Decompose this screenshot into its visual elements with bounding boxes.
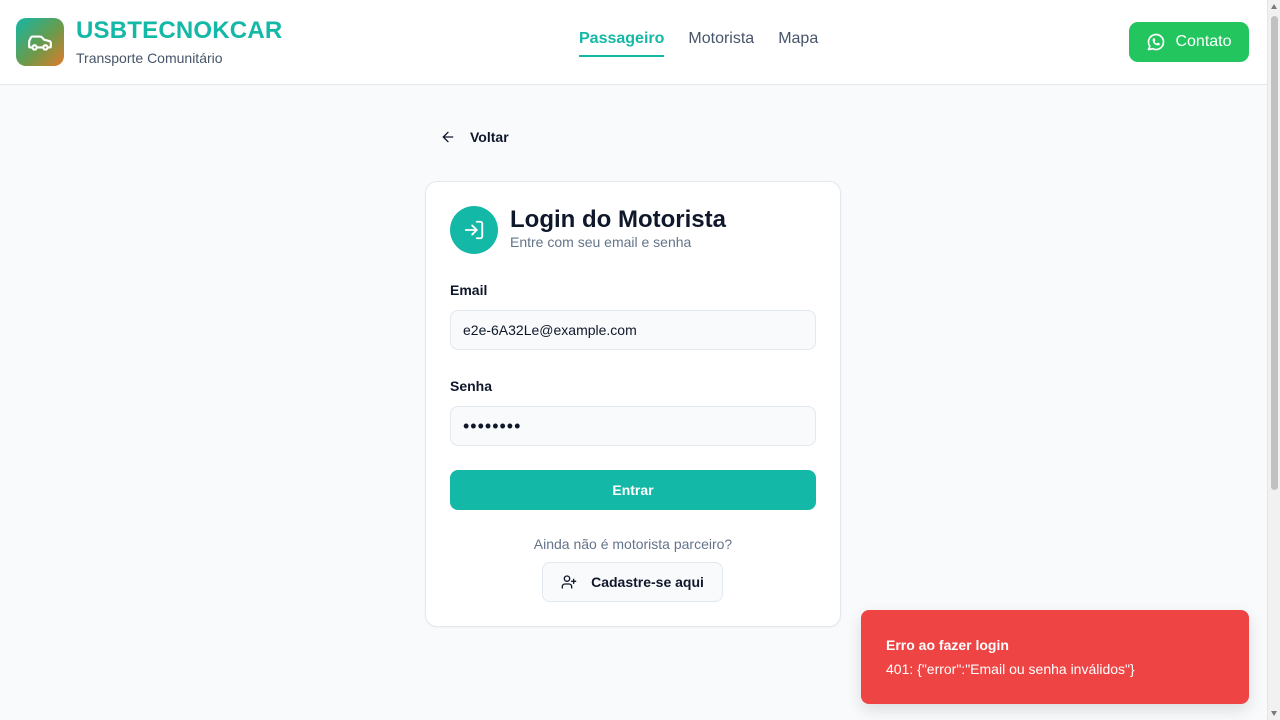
scroll-thumb[interactable]	[1271, 16, 1278, 490]
back-label: Voltar	[470, 129, 509, 145]
brand-name: USBTECNOKCAR	[76, 17, 283, 44]
scroll-up-icon[interactable]	[1271, 4, 1277, 9]
contact-label: Contato	[1175, 33, 1232, 50]
top-header: USBTECNOKCAR Transporte Comunitário Pass…	[0, 0, 1267, 85]
email-label: Email	[450, 282, 488, 298]
nav-mapa[interactable]: Mapa	[778, 30, 818, 57]
toast-title: Erro ao fazer login	[886, 637, 1009, 653]
error-toast[interactable]: Erro ao fazer login 401: {"error":"Email…	[861, 610, 1249, 704]
toast-message: 401: {"error":"Email ou senha inválidos"…	[886, 661, 1135, 677]
back-button[interactable]: Voltar	[426, 117, 523, 157]
nav-passageiro[interactable]: Passageiro	[579, 30, 665, 57]
arrow-left-icon	[440, 129, 456, 145]
card-subtitle: Entre com seu email e senha	[510, 234, 692, 250]
whatsapp-icon	[1146, 32, 1166, 52]
register-button[interactable]: Cadastre-se aqui	[542, 562, 723, 602]
scroll-down-icon[interactable]	[1271, 711, 1277, 716]
register-prompt: Ainda não é motorista parceiro?	[533, 536, 733, 552]
register-label: Cadastre-se aqui	[591, 574, 704, 590]
logo[interactable]	[16, 18, 64, 66]
car-icon	[27, 29, 53, 55]
password-label: Senha	[450, 378, 493, 394]
login-submit-button[interactable]: Entrar	[450, 470, 816, 510]
card-title: Login do Motorista	[510, 206, 726, 233]
password-field[interactable]: ••••••••	[450, 406, 816, 446]
login-card: Login do Motorista Entre com seu email e…	[425, 181, 841, 627]
page-scrollbar[interactable]	[1267, 0, 1280, 720]
contact-button[interactable]: Contato	[1129, 22, 1249, 62]
email-field[interactable]: e2e-6A32Le@example.com	[450, 310, 816, 350]
brand-subtitle: Transporte Comunitário	[76, 50, 223, 66]
user-plus-icon	[561, 574, 577, 590]
main-nav: Passageiro Motorista Mapa	[579, 30, 818, 57]
nav-motorista[interactable]: Motorista	[688, 30, 754, 57]
login-icon	[450, 206, 498, 254]
